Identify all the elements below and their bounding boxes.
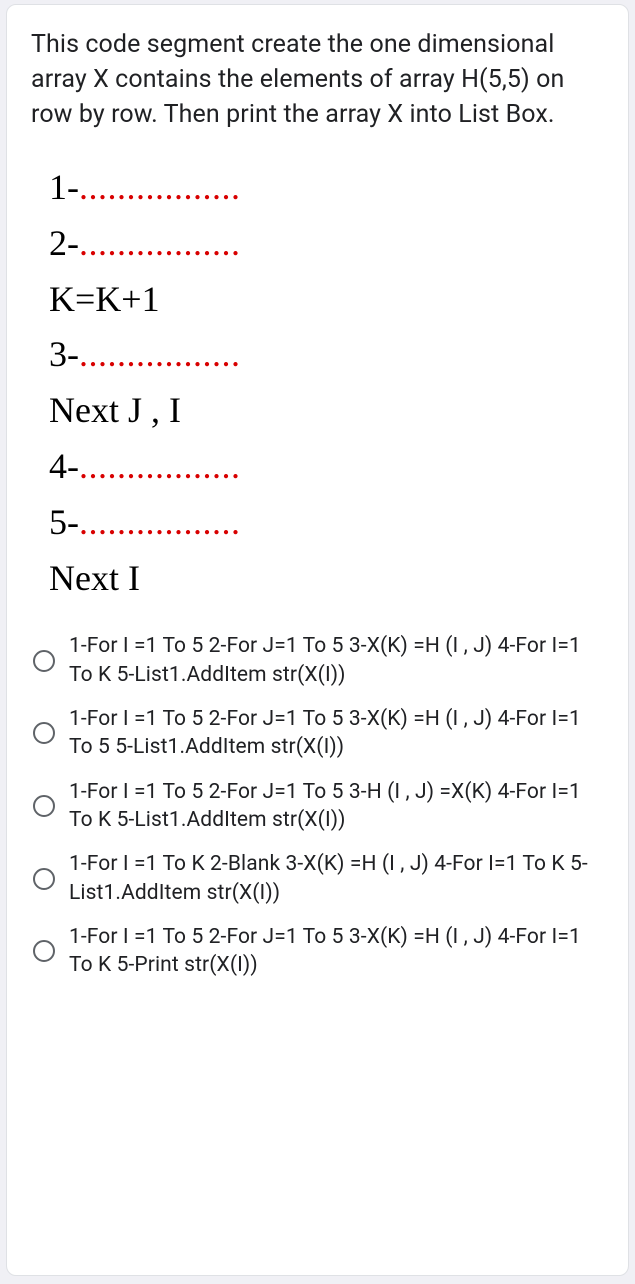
option-4[interactable]: 1-For I =1 To K 2-Blank 3-X(K) =H (I , J…	[31, 850, 604, 907]
code-block: 1-................. 2-................. …	[31, 160, 604, 606]
code-line: 5-.................	[49, 495, 604, 551]
radio-icon[interactable]	[33, 722, 55, 744]
code-line: Next J , I	[49, 383, 604, 439]
option-text: 1-For I =1 To K 2-Blank 3-X(K) =H (I , J…	[69, 850, 604, 907]
option-text: 1-For I =1 To 5 2-For J=1 To 5 3-X(K) =H…	[69, 632, 604, 689]
code-prefix: 3-	[49, 334, 79, 374]
code-dots: .................	[79, 446, 241, 486]
option-text: 1-For I =1 To 5 2-For J=1 To 5 3-X(K) =H…	[69, 923, 604, 980]
option-2[interactable]: 1-For I =1 To 5 2-For J=1 To 5 3-X(K) =H…	[31, 705, 604, 762]
code-prefix: K=K+1	[49, 279, 160, 319]
code-prefix: Next J , I	[49, 390, 181, 430]
radio-icon[interactable]	[33, 868, 55, 890]
code-line: K=K+1	[49, 272, 604, 328]
radio-icon[interactable]	[33, 940, 55, 962]
code-dots: .................	[79, 502, 241, 542]
code-line: 2-.................	[49, 216, 604, 272]
code-prefix: 1-	[49, 167, 79, 207]
code-prefix: 2-	[49, 223, 79, 263]
question-card: This code segment create the one dimensi…	[6, 4, 629, 1276]
option-3[interactable]: 1-For I =1 To 5 2-For J=1 To 5 3-H (I , …	[31, 778, 604, 835]
code-line: 3-.................	[49, 327, 604, 383]
code-dots: .................	[79, 223, 241, 263]
option-text: 1-For I =1 To 5 2-For J=1 To 5 3-H (I , …	[69, 778, 604, 835]
code-prefix: 4-	[49, 446, 79, 486]
code-prefix: 5-	[49, 502, 79, 542]
option-1[interactable]: 1-For I =1 To 5 2-For J=1 To 5 3-X(K) =H…	[31, 632, 604, 689]
radio-icon[interactable]	[33, 795, 55, 817]
option-text: 1-For I =1 To 5 2-For J=1 To 5 3-X(K) =H…	[69, 705, 604, 762]
code-line: 1-.................	[49, 160, 604, 216]
code-line: 4-.................	[49, 439, 604, 495]
code-prefix: Next I	[49, 558, 140, 598]
question-text: This code segment create the one dimensi…	[31, 27, 604, 132]
code-dots: .................	[79, 334, 241, 374]
option-5[interactable]: 1-For I =1 To 5 2-For J=1 To 5 3-X(K) =H…	[31, 923, 604, 980]
code-line: Next I	[49, 551, 604, 607]
options-group: 1-For I =1 To 5 2-For J=1 To 5 3-X(K) =H…	[31, 632, 604, 979]
radio-icon[interactable]	[33, 650, 55, 672]
code-dots: .................	[79, 167, 241, 207]
